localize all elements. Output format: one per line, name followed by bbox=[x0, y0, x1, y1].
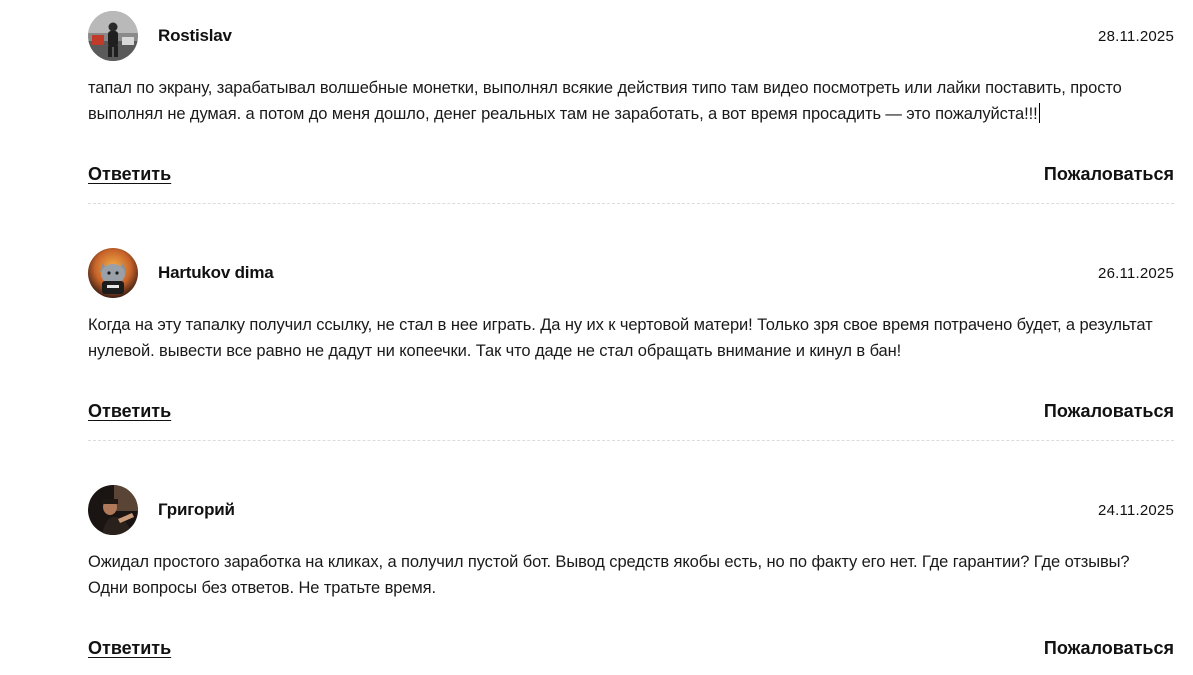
comment-header: Григорий 24.11.2025 bbox=[88, 485, 1174, 535]
avatar bbox=[88, 248, 138, 298]
comment-divider bbox=[88, 440, 1174, 441]
report-link[interactable]: Пожаловаться bbox=[1044, 401, 1174, 422]
reply-link[interactable]: Ответить bbox=[88, 401, 171, 422]
comment-header: Rostislav 28.11.2025 bbox=[88, 11, 1174, 61]
report-link[interactable]: Пожаловаться bbox=[1044, 638, 1174, 659]
comment-date: 26.11.2025 bbox=[1098, 264, 1174, 282]
comment-actions: Ответить Пожаловаться bbox=[88, 398, 1174, 424]
report-link[interactable]: Пожаловаться bbox=[1044, 164, 1174, 185]
reply-link[interactable]: Ответить bbox=[88, 164, 171, 185]
comment-item: Григорий 24.11.2025 Ожидал простого зара… bbox=[88, 485, 1174, 661]
comment-date: 24.11.2025 bbox=[1098, 501, 1174, 519]
person-photo-avatar-icon bbox=[88, 485, 138, 535]
comment-author: Rostislav bbox=[158, 26, 232, 45]
person-photo-avatar-icon bbox=[88, 11, 138, 61]
comment-author: Григорий bbox=[158, 500, 235, 519]
comment-actions: Ответить Пожаловаться bbox=[88, 161, 1174, 187]
comment-author: Hartukov dima bbox=[158, 263, 274, 282]
avatar bbox=[88, 11, 138, 61]
text-cursor bbox=[1038, 103, 1040, 123]
comments-list: Rostislav 28.11.2025 тапал по экрану, за… bbox=[88, 0, 1174, 661]
comment-date: 28.11.2025 bbox=[1098, 27, 1174, 45]
comment-text: Когда на эту тапалку получил ссылку, не … bbox=[88, 316, 1153, 360]
comment-header: Hartukov dima 26.11.2025 bbox=[88, 248, 1174, 298]
avatar bbox=[88, 485, 138, 535]
reply-link[interactable]: Ответить bbox=[88, 638, 171, 659]
comment-item: Rostislav 28.11.2025 тапал по экрану, за… bbox=[88, 11, 1174, 204]
comment-item: Hartukov dima 26.11.2025 Когда на эту та… bbox=[88, 248, 1174, 441]
comment-text: тапал по экрану, зарабатывал волшебные м… bbox=[88, 75, 1174, 127]
comment-text: Ожидал простого заработка на кликах, а п… bbox=[88, 553, 1130, 597]
comment-actions: Ответить Пожаловаться bbox=[88, 635, 1174, 661]
comment-divider bbox=[88, 203, 1174, 204]
cat-character-avatar-icon bbox=[88, 248, 138, 298]
comment-text-content: тапал по экрану, зарабатывал волшебные м… bbox=[88, 79, 1122, 123]
